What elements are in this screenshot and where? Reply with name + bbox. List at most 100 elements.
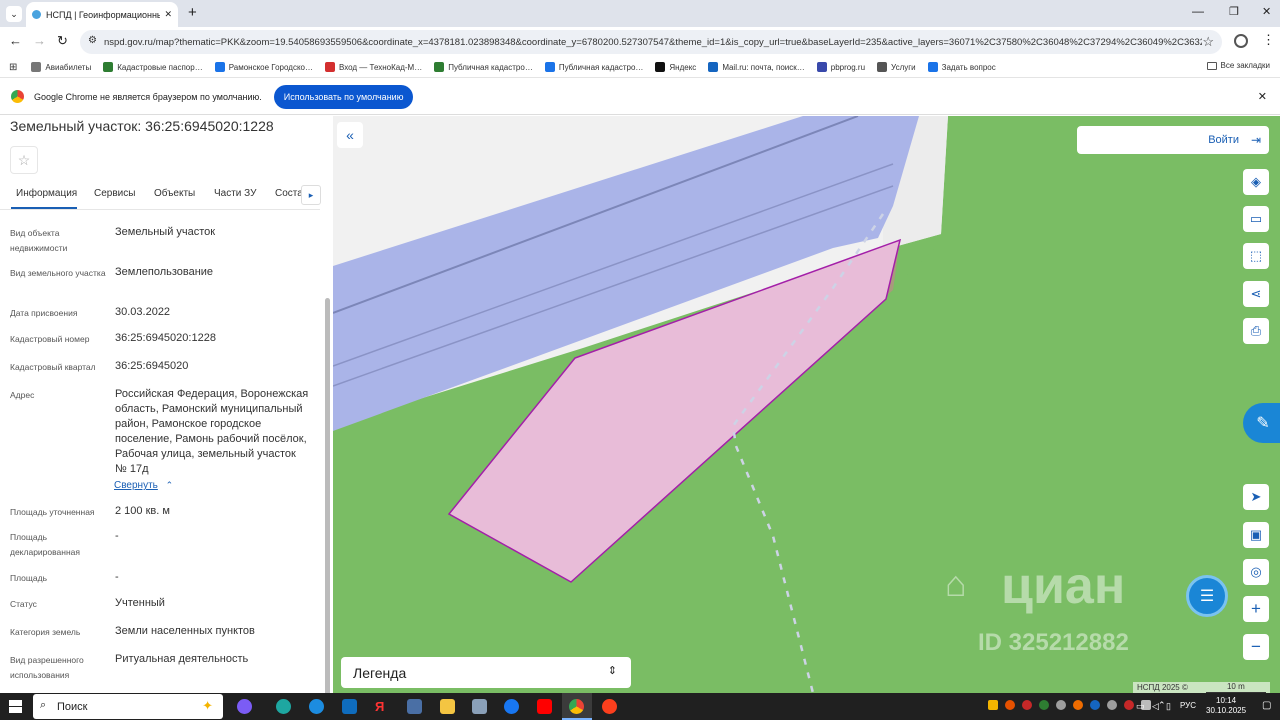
minimize-icon[interactable]: — <box>1192 4 1204 18</box>
all-bookmarks[interactable]: Все закладки <box>1206 61 1270 70</box>
collapse-link-label: Свернуть <box>114 480 158 491</box>
facebook-icon[interactable] <box>504 699 519 714</box>
yandex-browser-icon[interactable] <box>602 699 617 714</box>
all-bookmarks-label: Все закладки <box>1220 61 1270 70</box>
tab-information[interactable]: Информация <box>16 188 77 199</box>
close-icon[interactable]: ✕ <box>164 9 172 20</box>
tabs-scroll-right-icon[interactable]: ▸ <box>301 185 321 205</box>
bookmark-favicon-icon <box>655 62 666 72</box>
bookmark-favicon-icon <box>544 62 555 72</box>
geolocation-icon[interactable]: ➤ <box>1243 484 1269 510</box>
tab-objects[interactable]: Объекты <box>154 188 195 199</box>
bookmark-list: Авиабилеты Кадастровые паспор… Рамонское Г… <box>31 62 1007 72</box>
volume-icon[interactable]: ◁ <box>1152 701 1159 712</box>
start-icon[interactable] <box>9 700 22 713</box>
infobar-close-icon[interactable]: ✕ <box>1258 90 1267 103</box>
favorite-star-icon[interactable]: ☆ <box>10 146 38 174</box>
area-select-icon[interactable]: ⬚ <box>1243 243 1269 269</box>
tab-search-button[interactable]: ⌄ <box>6 6 22 22</box>
browser-tab[interactable]: НСПД | Геоинформационный по ✕ <box>26 2 178 27</box>
bookmark-item[interactable]: Авиабилеты <box>31 62 91 72</box>
map-canvas[interactable] <box>333 116 1280 693</box>
panel-scrollbar[interactable] <box>325 298 330 693</box>
bookmark-item[interactable]: Яндекс <box>655 62 696 72</box>
new-tab-button[interactable]: + <box>188 4 197 21</box>
map-view[interactable]: « Войти ⇥ ◈ ▭ ⬚ ⋖ ⎙ ✎ ➤ ▣ ◎ + − ☰ ⌂ циан… <box>333 116 1280 693</box>
layers-icon[interactable]: ◈ <box>1243 169 1269 195</box>
profile-icon[interactable] <box>1234 34 1248 48</box>
field-value: Учтенный <box>115 597 165 609</box>
bookmark-item[interactable]: Рамонское Городско… <box>214 62 313 72</box>
address-bar[interactable]: ⚙ nspd.gov.ru/map?thematic=PKK&zoom=19.5… <box>80 30 1222 54</box>
tab-composition[interactable]: Соста <box>275 188 303 199</box>
battery-icon[interactable]: ▯ <box>1166 701 1171 712</box>
locate-point-icon[interactable]: ◎ <box>1243 559 1269 585</box>
print-icon[interactable]: ⎙ <box>1243 318 1269 344</box>
bookmark-star-icon[interactable]: ☆ <box>1202 34 1214 50</box>
network-icon[interactable]: ▭ <box>1136 701 1145 712</box>
outlook-icon[interactable] <box>342 699 357 714</box>
bookmark-item[interactable]: pbprog.ru <box>816 62 865 72</box>
tray-icon[interactable] <box>1124 700 1134 710</box>
back-icon[interactable]: ← <box>9 33 22 48</box>
bookmark-label: Публичная кадастро… <box>558 62 644 72</box>
chrome-taskbar-icon[interactable] <box>562 693 592 720</box>
field-label: Адрес <box>10 390 35 400</box>
bookmark-favicon-icon <box>816 62 827 72</box>
tray-icon[interactable] <box>988 700 998 710</box>
legend-dropdown[interactable]: Легенда ⇕ <box>341 657 631 688</box>
bookmark-item[interactable]: Публичная кадастро… <box>434 62 533 72</box>
tray-icon[interactable] <box>1056 700 1066 710</box>
chat-icon[interactable]: ☰ <box>1186 575 1228 617</box>
ruler-icon[interactable]: ▭ <box>1243 206 1269 232</box>
bookmark-item[interactable]: Услуги <box>877 62 916 72</box>
minimap-icon[interactable]: ▣ <box>1243 522 1269 548</box>
app-icon[interactable] <box>407 699 422 714</box>
restore-icon[interactable]: ❐ <box>1229 5 1239 18</box>
yandex-icon[interactable]: Я <box>375 699 390 714</box>
tray-icon[interactable] <box>1039 700 1049 710</box>
share-icon[interactable]: ⋖ <box>1243 281 1269 307</box>
clock[interactable]: 10:14 30.10.2025 <box>1206 696 1246 716</box>
tab-services[interactable]: Сервисы <box>94 188 135 199</box>
site-info-icon[interactable]: ⚙ <box>88 35 97 46</box>
apps-icon[interactable]: ⊞ <box>9 62 17 73</box>
set-default-button[interactable]: Использовать по умолчанию <box>273 84 414 109</box>
tray-icon[interactable] <box>1073 700 1083 710</box>
tray-icon[interactable] <box>1090 700 1100 710</box>
bookmark-item[interactable]: Mail.ru: почта, поиск… <box>708 62 805 72</box>
bookmark-item[interactable]: Кадастровые паспор… <box>103 62 203 72</box>
tab-parts[interactable]: Части ЗУ <box>214 188 256 199</box>
bookmark-item[interactable]: Публичная кадастро… <box>544 62 644 72</box>
search-icon: ⌕ <box>40 699 47 711</box>
zoom-out-icon[interactable]: − <box>1243 634 1269 660</box>
field-value: 36:25:6945020 <box>115 360 189 372</box>
language-indicator[interactable]: РУС <box>1180 701 1196 710</box>
reload-icon[interactable]: ↻ <box>57 33 68 49</box>
menu-icon[interactable]: ⋮ <box>1262 32 1275 48</box>
tab-favicon-icon <box>32 10 41 19</box>
youtube-icon[interactable] <box>537 699 552 714</box>
zoom-in-icon[interactable]: + <box>1243 596 1269 622</box>
field-value: 36:25:6945020:1228 <box>115 332 216 344</box>
taskbar-search[interactable]: ⌕ Поиск ✦ <box>33 694 223 719</box>
tab-title: НСПД | Геоинформационный по <box>46 9 161 20</box>
forward-icon[interactable]: → <box>33 33 46 48</box>
bookmark-favicon-icon <box>877 62 888 72</box>
collapse-panel-button[interactable]: « <box>337 122 363 148</box>
feedback-icon[interactable]: ✎ <box>1243 403 1280 443</box>
collapse-link[interactable]: Свернуть ⌃ <box>114 480 173 491</box>
notifications-icon[interactable]: ▢ <box>1262 700 1271 711</box>
copilot-icon[interactable] <box>237 699 252 714</box>
bookmark-item[interactable]: Вход — ТехноКад-М… <box>324 62 422 72</box>
edge-icon[interactable] <box>276 699 291 714</box>
login-button[interactable]: Войти ⇥ <box>1077 126 1269 154</box>
ie-icon[interactable] <box>309 699 324 714</box>
tray-icon[interactable] <box>1005 700 1015 710</box>
window-close-icon[interactable]: ✕ <box>1262 5 1271 18</box>
tray-icon[interactable] <box>1107 700 1117 710</box>
tray-icon[interactable] <box>1022 700 1032 710</box>
file-explorer-icon[interactable] <box>440 699 455 714</box>
photo-app-icon[interactable] <box>472 699 487 714</box>
bookmark-item[interactable]: Задать вопрос <box>927 62 996 72</box>
